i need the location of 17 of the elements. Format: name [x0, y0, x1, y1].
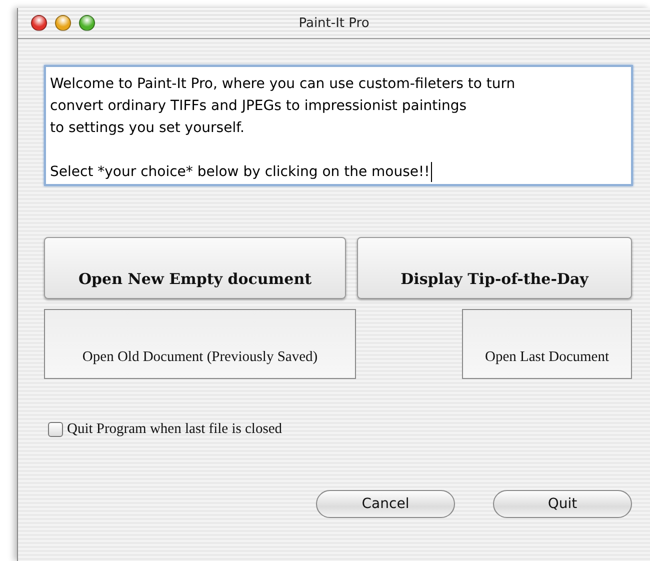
message-line: convert ordinary TIFFs and JPEGs to impressionist paintings — [50, 97, 467, 116]
close-button[interactable] — [31, 15, 47, 31]
message-line: to settings you set yourself. — [50, 119, 244, 138]
dialog-button[interactable]: Quit — [493, 490, 632, 518]
checkbox[interactable] — [48, 422, 63, 437]
action-button[interactable]: Open New Empty document — [44, 237, 346, 299]
message-line: Select *your choice* below by clicking on the mouse!! — [50, 163, 430, 182]
dialog-button[interactable]: Cancel — [316, 490, 455, 518]
window-title: Paint-It Pro — [298, 16, 370, 30]
message-field[interactable] — [44, 65, 633, 186]
action-button[interactable]: Display Tip-of-the-Day — [357, 237, 632, 299]
minimize-button[interactable] — [55, 15, 71, 31]
zoom-button[interactable] — [79, 15, 95, 31]
action-button[interactable]: Open Last Document — [462, 309, 632, 379]
message-line: Welcome to Paint-It Pro, where you can use custom-fileters to turn — [50, 75, 516, 94]
action-button[interactable]: Open Old Document (Previously Saved) — [44, 309, 356, 379]
checkbox-label: Quit Program when last file is closed — [67, 421, 282, 438]
